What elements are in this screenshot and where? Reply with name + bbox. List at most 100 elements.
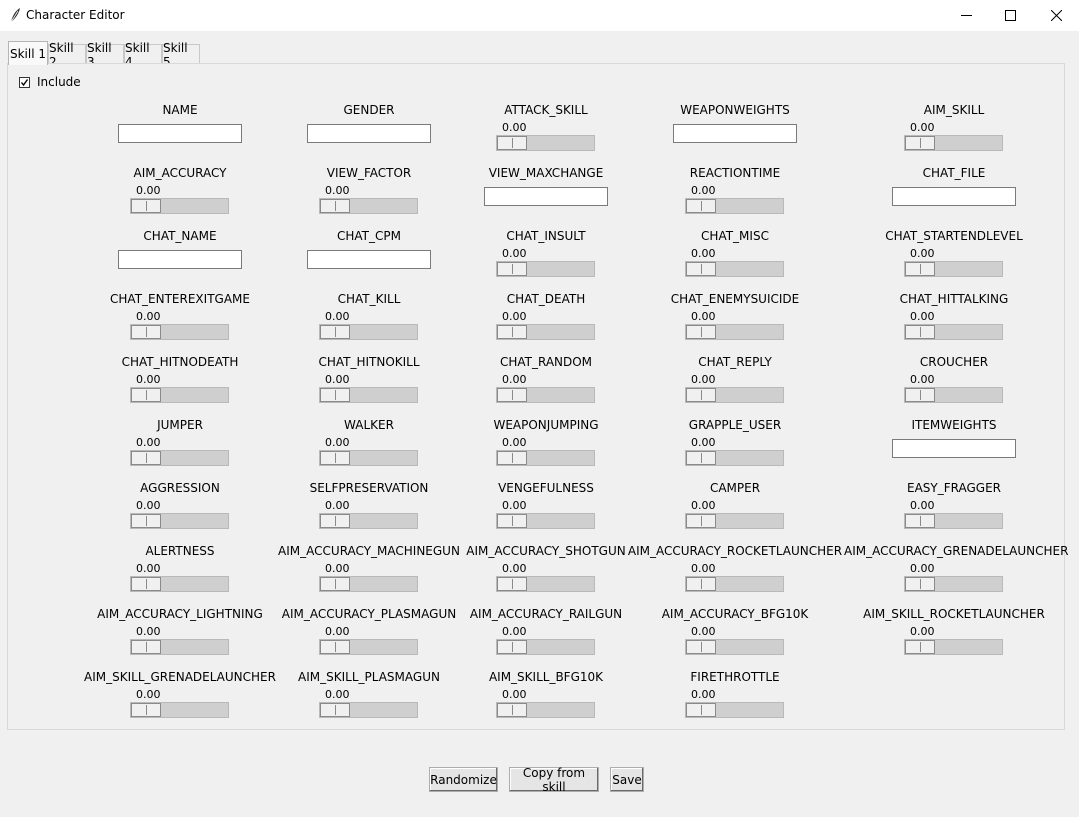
include-toggle[interactable]: Include: [19, 75, 81, 89]
alertness-slider[interactable]: [130, 576, 229, 592]
slider-handle[interactable]: [497, 136, 527, 150]
slider-handle[interactable]: [131, 325, 161, 339]
gender-input[interactable]: [307, 124, 431, 143]
aim-accuracy-grenadelauncher-slider[interactable]: [904, 576, 1003, 592]
tab-skill-1[interactable]: Skill 1: [8, 41, 48, 65]
slider-handle[interactable]: [497, 640, 527, 654]
slider-handle[interactable]: [905, 388, 935, 402]
weaponweights-input[interactable]: [673, 124, 797, 143]
aggression-slider[interactable]: [130, 513, 229, 529]
grapple-user-slider[interactable]: [685, 450, 784, 466]
slider-handle[interactable]: [320, 703, 350, 717]
slider-handle[interactable]: [497, 451, 527, 465]
camper-slider[interactable]: [685, 513, 784, 529]
slider-handle[interactable]: [320, 577, 350, 591]
reactiontime-slider[interactable]: [685, 198, 784, 214]
aim-skill-plasmagun-slider[interactable]: [319, 702, 418, 718]
slider-handle[interactable]: [131, 388, 161, 402]
aim-accuracy-bfg10k-slider[interactable]: [685, 639, 784, 655]
slider-handle[interactable]: [320, 199, 350, 213]
walker-slider[interactable]: [319, 450, 418, 466]
view-maxchange-input[interactable]: [484, 187, 608, 206]
chat-random-slider[interactable]: [496, 387, 595, 403]
croucher-slider[interactable]: [904, 387, 1003, 403]
slider-handle[interactable]: [905, 262, 935, 276]
tab-skill-5[interactable]: Skill 5: [162, 41, 200, 69]
aim-accuracy-shotgun-slider[interactable]: [496, 576, 595, 592]
aim-accuracy-rocketlauncher-slider[interactable]: [685, 576, 784, 592]
chat-file-input[interactable]: [892, 187, 1016, 206]
slider-handle[interactable]: [686, 325, 716, 339]
slider-handle[interactable]: [497, 577, 527, 591]
aim-skill-slider[interactable]: [904, 135, 1003, 151]
slider-handle[interactable]: [320, 640, 350, 654]
aim-skill-bfg10k-slider[interactable]: [496, 702, 595, 718]
chat-startendlevel-slider[interactable]: [904, 261, 1003, 277]
save-button[interactable]: Save: [610, 767, 644, 792]
chat-insult-slider[interactable]: [496, 261, 595, 277]
slider-handle[interactable]: [320, 514, 350, 528]
slider-handle[interactable]: [905, 514, 935, 528]
slider-handle[interactable]: [320, 325, 350, 339]
slider-handle[interactable]: [905, 325, 935, 339]
slider-handle[interactable]: [686, 199, 716, 213]
slider-handle[interactable]: [497, 325, 527, 339]
aim-accuracy-slider[interactable]: [130, 198, 229, 214]
aim-accuracy-plasmagun-slider[interactable]: [319, 639, 418, 655]
itemweights-input[interactable]: [892, 439, 1016, 458]
chat-kill-slider[interactable]: [319, 324, 418, 340]
selfpreservation-slider[interactable]: [319, 513, 418, 529]
slider-handle[interactable]: [131, 451, 161, 465]
aim-accuracy-machinegun-slider[interactable]: [319, 576, 418, 592]
copy-from-skill-button[interactable]: Copy from skill: [509, 766, 599, 794]
slider-handle[interactable]: [905, 640, 935, 654]
aim-accuracy-railgun-slider[interactable]: [496, 639, 595, 655]
slider-handle[interactable]: [131, 199, 161, 213]
slider-handle[interactable]: [320, 451, 350, 465]
tab-skill-3[interactable]: Skill 3: [86, 41, 124, 69]
slider-handle[interactable]: [497, 388, 527, 402]
firethrottle-slider[interactable]: [685, 702, 784, 718]
chat-hitnokill-slider[interactable]: [319, 387, 418, 403]
slider-handle[interactable]: [686, 640, 716, 654]
slider-handle[interactable]: [131, 640, 161, 654]
chat-hitnodeath-slider[interactable]: [130, 387, 229, 403]
chat-enemysuicide-slider[interactable]: [685, 324, 784, 340]
tab-skill-2[interactable]: Skill 2: [48, 41, 86, 69]
jumper-slider[interactable]: [130, 450, 229, 466]
slider-handle[interactable]: [497, 703, 527, 717]
minimize-button[interactable]: [943, 0, 989, 31]
aim-skill-rocketlauncher-slider[interactable]: [904, 639, 1003, 655]
close-button[interactable]: [1033, 0, 1079, 31]
include-checkbox[interactable]: [19, 76, 30, 88]
chat-reply-slider[interactable]: [685, 387, 784, 403]
slider-handle[interactable]: [686, 451, 716, 465]
slider-handle[interactable]: [686, 703, 716, 717]
slider-handle[interactable]: [320, 388, 350, 402]
chat-misc-slider[interactable]: [685, 261, 784, 277]
aim-accuracy-lightning-slider[interactable]: [130, 639, 229, 655]
weaponjumping-slider[interactable]: [496, 450, 595, 466]
chat-death-slider[interactable]: [496, 324, 595, 340]
tab-skill-4[interactable]: Skill 4: [124, 41, 162, 69]
chat-name-input[interactable]: [118, 250, 242, 269]
maximize-button[interactable]: [987, 0, 1033, 31]
slider-handle[interactable]: [131, 577, 161, 591]
chat-enterexitgame-slider[interactable]: [130, 324, 229, 340]
slider-handle[interactable]: [686, 577, 716, 591]
aim-skill-grenadelauncher-slider[interactable]: [130, 702, 229, 718]
chat-cpm-input[interactable]: [307, 250, 431, 269]
vengefulness-slider[interactable]: [496, 513, 595, 529]
slider-handle[interactable]: [131, 514, 161, 528]
slider-handle[interactable]: [131, 703, 161, 717]
slider-handle[interactable]: [686, 514, 716, 528]
slider-handle[interactable]: [497, 262, 527, 276]
slider-handle[interactable]: [686, 262, 716, 276]
chat-hittalking-slider[interactable]: [904, 324, 1003, 340]
randomize-button[interactable]: Randomize: [429, 767, 498, 792]
attack-skill-slider[interactable]: [496, 135, 595, 151]
name-input[interactable]: [118, 124, 242, 143]
easy-fragger-slider[interactable]: [904, 513, 1003, 529]
slider-handle[interactable]: [905, 136, 935, 150]
slider-handle[interactable]: [686, 388, 716, 402]
